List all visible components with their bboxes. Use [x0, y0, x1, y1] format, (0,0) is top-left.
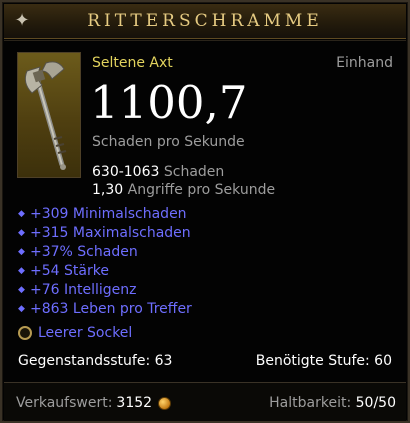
bullet-icon: ◆: [18, 284, 25, 295]
attack-speed-label: Angriffe pro Sekunde: [127, 182, 276, 198]
socket-label: Leerer Sockel: [38, 325, 133, 341]
attack-speed-value: 1,30: [92, 182, 124, 198]
tooltip-header: ✦ RITTERSCHRAMME: [4, 4, 406, 39]
affix-item: ◆ +37% Schaden: [18, 243, 138, 260]
item-icon-frame: [17, 52, 81, 178]
required-level: Benötigte Stufe: 60: [255, 353, 392, 369]
bullet-icon: ◆: [18, 265, 25, 276]
damage-range-value: 630-1063: [92, 164, 160, 180]
bullet-icon: ◆: [18, 246, 25, 257]
affix-item: ◆ +315 Maximalschaden: [18, 224, 191, 241]
durability: Haltbarkeit: 50/50: [269, 395, 396, 411]
damage-range-label: Schaden: [163, 164, 225, 180]
socket-icon: [18, 326, 32, 340]
item-level: Gegenstandsstufe: 63: [18, 353, 173, 369]
sell-value-amount: 3152: [116, 395, 153, 411]
durability-value: 50/50: [355, 395, 396, 411]
bullet-icon: ◆: [18, 227, 25, 238]
axe-icon: [24, 61, 67, 170]
affix-item: ◆ +76 Intelligenz: [18, 281, 137, 298]
item-name: RITTERSCHRAMME: [87, 11, 323, 31]
durability-label: Haltbarkeit:: [269, 395, 352, 411]
affix-item: ◆ +863 Leben pro Treffer: [18, 300, 192, 317]
affix-item: ◆ +54 Stärke: [18, 262, 109, 279]
affix-item: ◆ +309 Minimalschaden: [18, 205, 187, 222]
sell-value-label: Verkaufswert:: [16, 395, 113, 411]
dps-label: Schaden pro Sekunde: [92, 134, 245, 150]
bullet-icon: ◆: [18, 303, 25, 314]
damage-range-line: 630-1063 Schaden: [92, 164, 224, 180]
attack-speed-line: 1,30 Angriffe pro Sekunde: [92, 182, 275, 198]
sell-value: Verkaufswert: 3152: [16, 395, 172, 411]
bullet-icon: ◆: [18, 208, 25, 219]
gold-coin-icon: [158, 396, 172, 410]
gear-icon: ✦: [14, 10, 30, 31]
item-type: Seltene Axt: [92, 55, 173, 71]
item-slot: Einhand: [336, 55, 393, 71]
level-requirements: Gegenstandsstufe: 63 Benötigte Stufe: 60: [18, 353, 392, 369]
divider: [4, 40, 406, 41]
tooltip-footer: Verkaufswert: 3152 Haltbarkeit: 50/50: [4, 382, 406, 421]
item-tooltip: ✦ RITTERSCHRAMME Seltene Axt Einhand 110…: [0, 0, 410, 423]
empty-socket: Leerer Sockel: [18, 325, 132, 341]
affix-list: ◆ +309 Minimalschaden ◆ +315 Maximalschade…: [18, 204, 192, 318]
dps-value: 1100,7: [90, 76, 248, 129]
